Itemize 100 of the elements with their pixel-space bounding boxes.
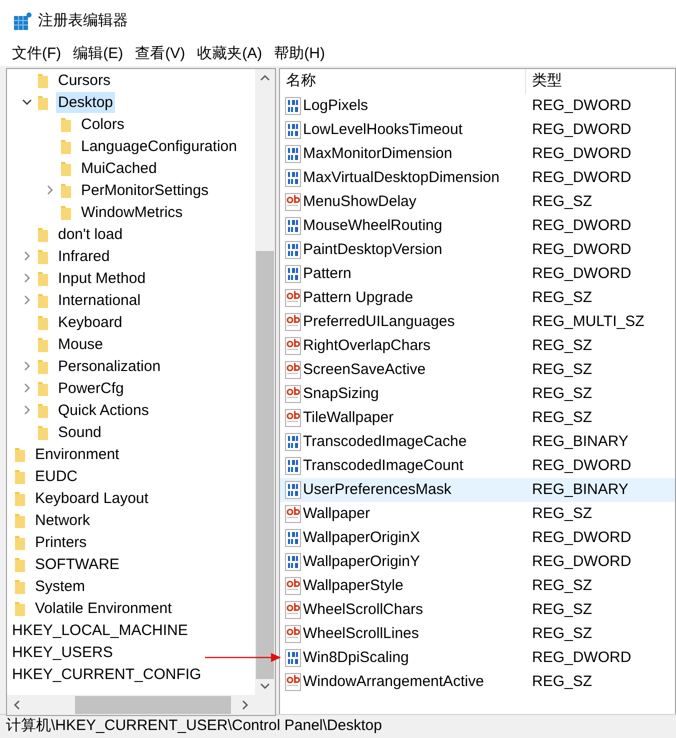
value-name: PreferredUILanguages bbox=[303, 312, 455, 332]
string-value-icon bbox=[285, 289, 301, 307]
folder-icon bbox=[61, 138, 71, 154]
tree-item[interactable]: Desktop bbox=[56, 92, 116, 112]
menu-item[interactable]: 收藏夹(A) bbox=[191, 43, 268, 65]
tree-item[interactable]: MuiCached bbox=[79, 158, 159, 178]
tree-item[interactable]: Sound bbox=[56, 422, 104, 442]
scrollbar-thumb[interactable] bbox=[75, 696, 231, 714]
folder-icon bbox=[38, 72, 48, 88]
chevron-right-icon[interactable] bbox=[24, 383, 30, 393]
value-name: LogPixels bbox=[303, 96, 368, 116]
tree-item[interactable]: EUDC bbox=[33, 466, 80, 486]
tree-item[interactable]: Printers bbox=[33, 532, 89, 552]
value-name: TranscodedImageCount bbox=[303, 456, 464, 476]
folder-icon bbox=[15, 446, 25, 462]
value-name: SnapSizing bbox=[303, 384, 379, 404]
column-header[interactable]: 类型 bbox=[526, 69, 675, 94]
menu-item[interactable]: 编辑(E) bbox=[67, 43, 130, 65]
tree-item[interactable]: LanguageConfiguration bbox=[79, 136, 239, 156]
value-name: TranscodedImageCache bbox=[303, 432, 467, 452]
value-name: WheelScrollLines bbox=[303, 624, 419, 644]
menu-item[interactable]: 文件(F) bbox=[6, 43, 68, 65]
tree-item[interactable]: Keyboard Layout bbox=[33, 488, 150, 508]
value-type: REG_DWORD bbox=[531, 528, 632, 548]
folder-icon bbox=[38, 292, 48, 308]
tree-item[interactable]: Volatile Environment bbox=[33, 598, 174, 618]
menu-item[interactable]: 帮助(H) bbox=[268, 43, 331, 65]
tree-item[interactable]: Colors bbox=[79, 114, 126, 134]
folder-icon bbox=[38, 402, 48, 418]
tree-item[interactable]: PowerCfg bbox=[56, 378, 126, 398]
tree-item[interactable]: HKEY_CURRENT_CONFIG bbox=[10, 664, 204, 684]
horizontal-scrollbar[interactable] bbox=[7, 695, 275, 715]
string-value-icon bbox=[285, 193, 301, 211]
folder-icon bbox=[15, 600, 25, 616]
binary-value-icon bbox=[285, 265, 301, 283]
chevron-right-icon[interactable] bbox=[24, 361, 30, 371]
scroll-left-icon[interactable] bbox=[13, 700, 20, 710]
list-row[interactable]: UserPreferencesMask REG_BINARY bbox=[280, 478, 675, 502]
tree-item[interactable]: Network bbox=[33, 510, 92, 530]
value-type: REG_SZ bbox=[531, 624, 592, 644]
value-name: Pattern Upgrade bbox=[303, 288, 414, 308]
binary-value-icon bbox=[285, 97, 301, 115]
string-value-icon bbox=[285, 505, 301, 523]
chevron-right-icon[interactable] bbox=[24, 251, 30, 261]
value-name: WindowArrangementActive bbox=[303, 672, 484, 692]
chevron-right-icon[interactable] bbox=[24, 273, 30, 283]
value-name: MaxMonitorDimension bbox=[303, 144, 452, 164]
tree-item[interactable]: Keyboard bbox=[56, 312, 124, 332]
tree-item[interactable]: HKEY_LOCAL_MACHINE bbox=[10, 620, 190, 640]
tree-item[interactable]: Mouse bbox=[56, 334, 106, 354]
value-type: REG_BINARY bbox=[531, 432, 628, 452]
value-name: PaintDesktopVersion bbox=[303, 240, 442, 260]
tree-item[interactable]: Personalization bbox=[56, 356, 163, 376]
tree-item[interactable]: Quick Actions bbox=[56, 400, 151, 420]
tree-item[interactable]: System bbox=[33, 576, 88, 596]
folder-icon bbox=[61, 160, 71, 176]
scrollbar-thumb[interactable] bbox=[256, 251, 274, 679]
value-name: Win8DpiScaling bbox=[303, 648, 409, 668]
tree-item[interactable]: PerMonitorSettings bbox=[79, 180, 211, 200]
chevron-right-icon[interactable] bbox=[24, 295, 30, 305]
value-type: REG_SZ bbox=[531, 600, 592, 620]
value-type: REG_SZ bbox=[531, 336, 592, 356]
value-type: REG_DWORD bbox=[531, 648, 632, 668]
tree-item[interactable]: Infrared bbox=[56, 246, 112, 266]
chevron-right-icon[interactable] bbox=[24, 405, 30, 415]
folder-icon bbox=[61, 182, 71, 198]
tree-item[interactable]: WindowMetrics bbox=[79, 202, 185, 222]
value-type: REG_DWORD bbox=[531, 144, 632, 164]
value-type: REG_MULTI_SZ bbox=[531, 312, 644, 332]
folder-icon bbox=[38, 94, 48, 110]
value-type: REG_SZ bbox=[531, 576, 592, 596]
binary-value-icon bbox=[285, 169, 301, 187]
value-type: REG_SZ bbox=[531, 408, 592, 428]
value-name: WallpaperOriginX bbox=[303, 528, 420, 548]
binary-value-icon bbox=[285, 121, 301, 139]
folder-icon bbox=[15, 578, 25, 594]
value-type: REG_DWORD bbox=[531, 168, 632, 188]
chevron-down-icon[interactable] bbox=[22, 98, 32, 106]
folder-icon bbox=[38, 314, 48, 330]
value-type: REG_SZ bbox=[531, 504, 592, 524]
folder-icon bbox=[38, 270, 48, 286]
menu-item[interactable]: 查看(V) bbox=[129, 43, 192, 65]
value-name: WheelScrollChars bbox=[303, 600, 424, 620]
tree-item[interactable]: Cursors bbox=[56, 70, 113, 90]
scroll-right-icon[interactable] bbox=[242, 700, 249, 710]
tree-item[interactable]: International bbox=[56, 290, 143, 310]
vertical-scrollbar[interactable] bbox=[255, 69, 275, 695]
tree-item[interactable]: SOFTWARE bbox=[33, 554, 122, 574]
tree-item[interactable]: Environment bbox=[33, 444, 122, 464]
scroll-up-icon[interactable] bbox=[260, 74, 270, 81]
binary-value-icon bbox=[285, 553, 301, 571]
string-value-icon bbox=[285, 625, 301, 643]
chevron-right-icon[interactable] bbox=[46, 185, 54, 195]
binary-value-icon bbox=[285, 457, 301, 475]
tree-item[interactable]: don't load bbox=[56, 224, 125, 244]
value-name: WallpaperOriginY bbox=[303, 552, 420, 572]
tree-item[interactable]: Input Method bbox=[56, 268, 148, 288]
value-name: UserPreferencesMask bbox=[303, 480, 452, 500]
tree-item[interactable]: HKEY_USERS bbox=[10, 642, 115, 662]
scroll-down-icon[interactable] bbox=[260, 683, 270, 690]
